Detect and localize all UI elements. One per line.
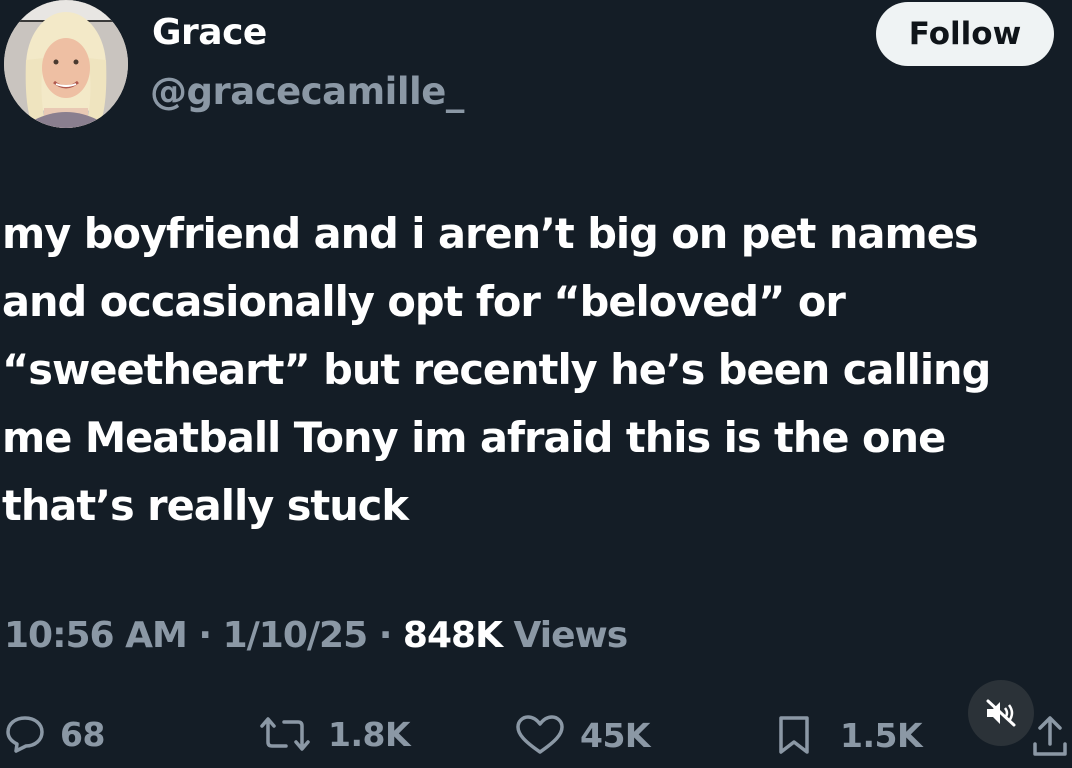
reply-count: 68 xyxy=(60,714,105,754)
share-button[interactable] xyxy=(1030,714,1070,762)
like-count: 45K xyxy=(580,715,651,755)
follow-button[interactable]: Follow xyxy=(876,2,1054,66)
display-name[interactable]: Grace xyxy=(152,12,267,53)
tweet-text-line: that’s really stuck xyxy=(2,481,409,530)
tweet-action-bar: 68 1.8K 45K 1.5K xyxy=(0,700,1072,768)
bookmark-icon xyxy=(779,716,809,754)
tweet-metadata: 10:56 AM · 1/10/25 · 848K Views xyxy=(4,615,629,656)
meta-separator: · xyxy=(198,615,212,656)
tweet-text-line: my boyfriend and i aren’t big on pet nam… xyxy=(2,209,979,258)
reply-button[interactable]: 68 xyxy=(4,714,105,754)
mute-button[interactable] xyxy=(968,680,1034,746)
bookmark-count: 1.5K xyxy=(840,715,923,755)
tweet-text-line: and occasionally opt for “beloved” or xyxy=(2,277,846,326)
meta-separator: · xyxy=(378,615,393,656)
views-label: Views xyxy=(513,615,629,656)
speaker-muted-icon xyxy=(986,699,1016,727)
repost-button[interactable]: 1.8K xyxy=(256,714,411,754)
tweet-text-line: me Meatball Tony im afraid this is the o… xyxy=(2,413,946,462)
user-handle[interactable]: @gracecamille_ xyxy=(150,70,464,113)
bookmark-button[interactable]: 1.5K xyxy=(776,714,923,756)
tweet-date[interactable]: 1/10/25 xyxy=(223,615,369,656)
like-button[interactable]: 45K xyxy=(514,714,651,756)
views-count: 848K xyxy=(402,615,503,656)
avatar[interactable] xyxy=(4,0,128,128)
heart-icon xyxy=(516,715,564,754)
speech-bubble-icon xyxy=(6,716,44,753)
tweet-text-line: “sweetheart” but recently he’s been call… xyxy=(2,345,991,394)
tweet-screen: Grace @gracecamille_ Follow my boyfriend… xyxy=(0,0,1072,768)
repost-arrows-icon xyxy=(260,717,310,751)
share-upload-icon xyxy=(1033,716,1067,756)
repost-count: 1.8K xyxy=(328,714,411,754)
tweet-time[interactable]: 10:56 AM xyxy=(4,615,188,656)
tweet-text: my boyfriend and i aren’t big on pet nam… xyxy=(2,200,1062,540)
